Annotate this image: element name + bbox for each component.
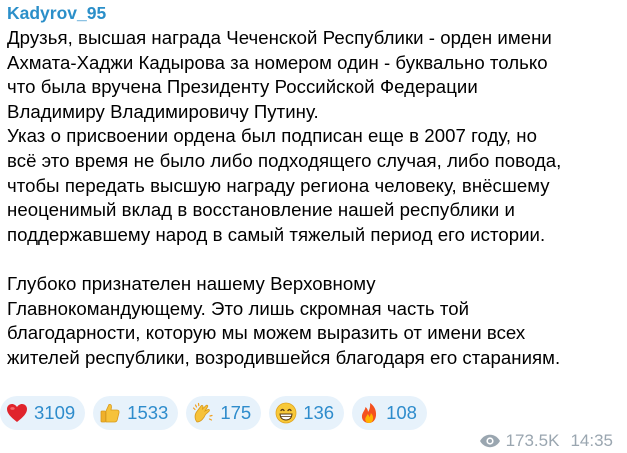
clapping-hands-icon [191, 401, 215, 425]
post-time: 14:35 [570, 431, 613, 450]
message-line: что была вручена Президенту Российской Ф… [7, 76, 478, 98]
reaction-fire-button[interactable]: 108 [352, 396, 427, 430]
message-line: поддержавшему народ в самый тяжелый пери… [7, 223, 546, 245]
message-line: благодарности, которую мы можем выразить… [7, 322, 526, 344]
message-line: Указ о присвоении ордена был подписан ещ… [7, 125, 538, 147]
reaction-clap-button[interactable]: 175 [186, 396, 262, 430]
reaction-thumbs-up-button[interactable]: 1533 [93, 396, 179, 430]
message-line: неоценимый вклад в восстановление нашей … [7, 199, 515, 221]
message-line: Друзья, высшая награда Чеченской Республ… [7, 27, 552, 48]
post-message: Друзья, высшая награда Чеченской Республ… [7, 26, 619, 370]
message-line: всё это время не было либо подходящего с… [7, 149, 562, 171]
red-heart-icon [5, 401, 29, 425]
reaction-count: 175 [220, 402, 252, 423]
message-line: Владимиру Владимировичу Путину. [7, 100, 319, 122]
channel-name-link[interactable]: Kadyrov_95 [7, 2, 106, 24]
reactions-bar: 3109 1533 175 136 108 [0, 396, 427, 430]
reaction-count: 3109 [34, 402, 76, 423]
reaction-heart-button[interactable]: 3109 [0, 396, 86, 430]
reaction-count: 136 [303, 402, 335, 423]
post-meta: 173.5K 14:35 [479, 431, 613, 451]
reaction-count: 1533 [127, 402, 169, 423]
message-line: Глубоко признателен нашему Верховному [7, 272, 376, 294]
view-count: 173.5K [505, 431, 560, 450]
message-line: Ахмата-Хаджи Кадырова за номером один - … [7, 51, 548, 73]
channel-post: Kadyrov_95 Друзья, высшая награда Чеченс… [0, 0, 627, 453]
message-line: жителей республики, возродившейся благод… [7, 346, 561, 368]
message-line: Главнокомандующему. Это лишь скромная ча… [7, 297, 470, 319]
grinning-face-icon [274, 401, 298, 425]
fire-icon [357, 401, 381, 425]
eye-icon [479, 434, 501, 448]
reaction-count: 108 [386, 402, 417, 423]
reaction-grin-button[interactable]: 136 [269, 396, 345, 430]
message-line: чтобы передать высшую награду региона че… [7, 174, 550, 196]
thumbs-up-icon [98, 401, 122, 425]
